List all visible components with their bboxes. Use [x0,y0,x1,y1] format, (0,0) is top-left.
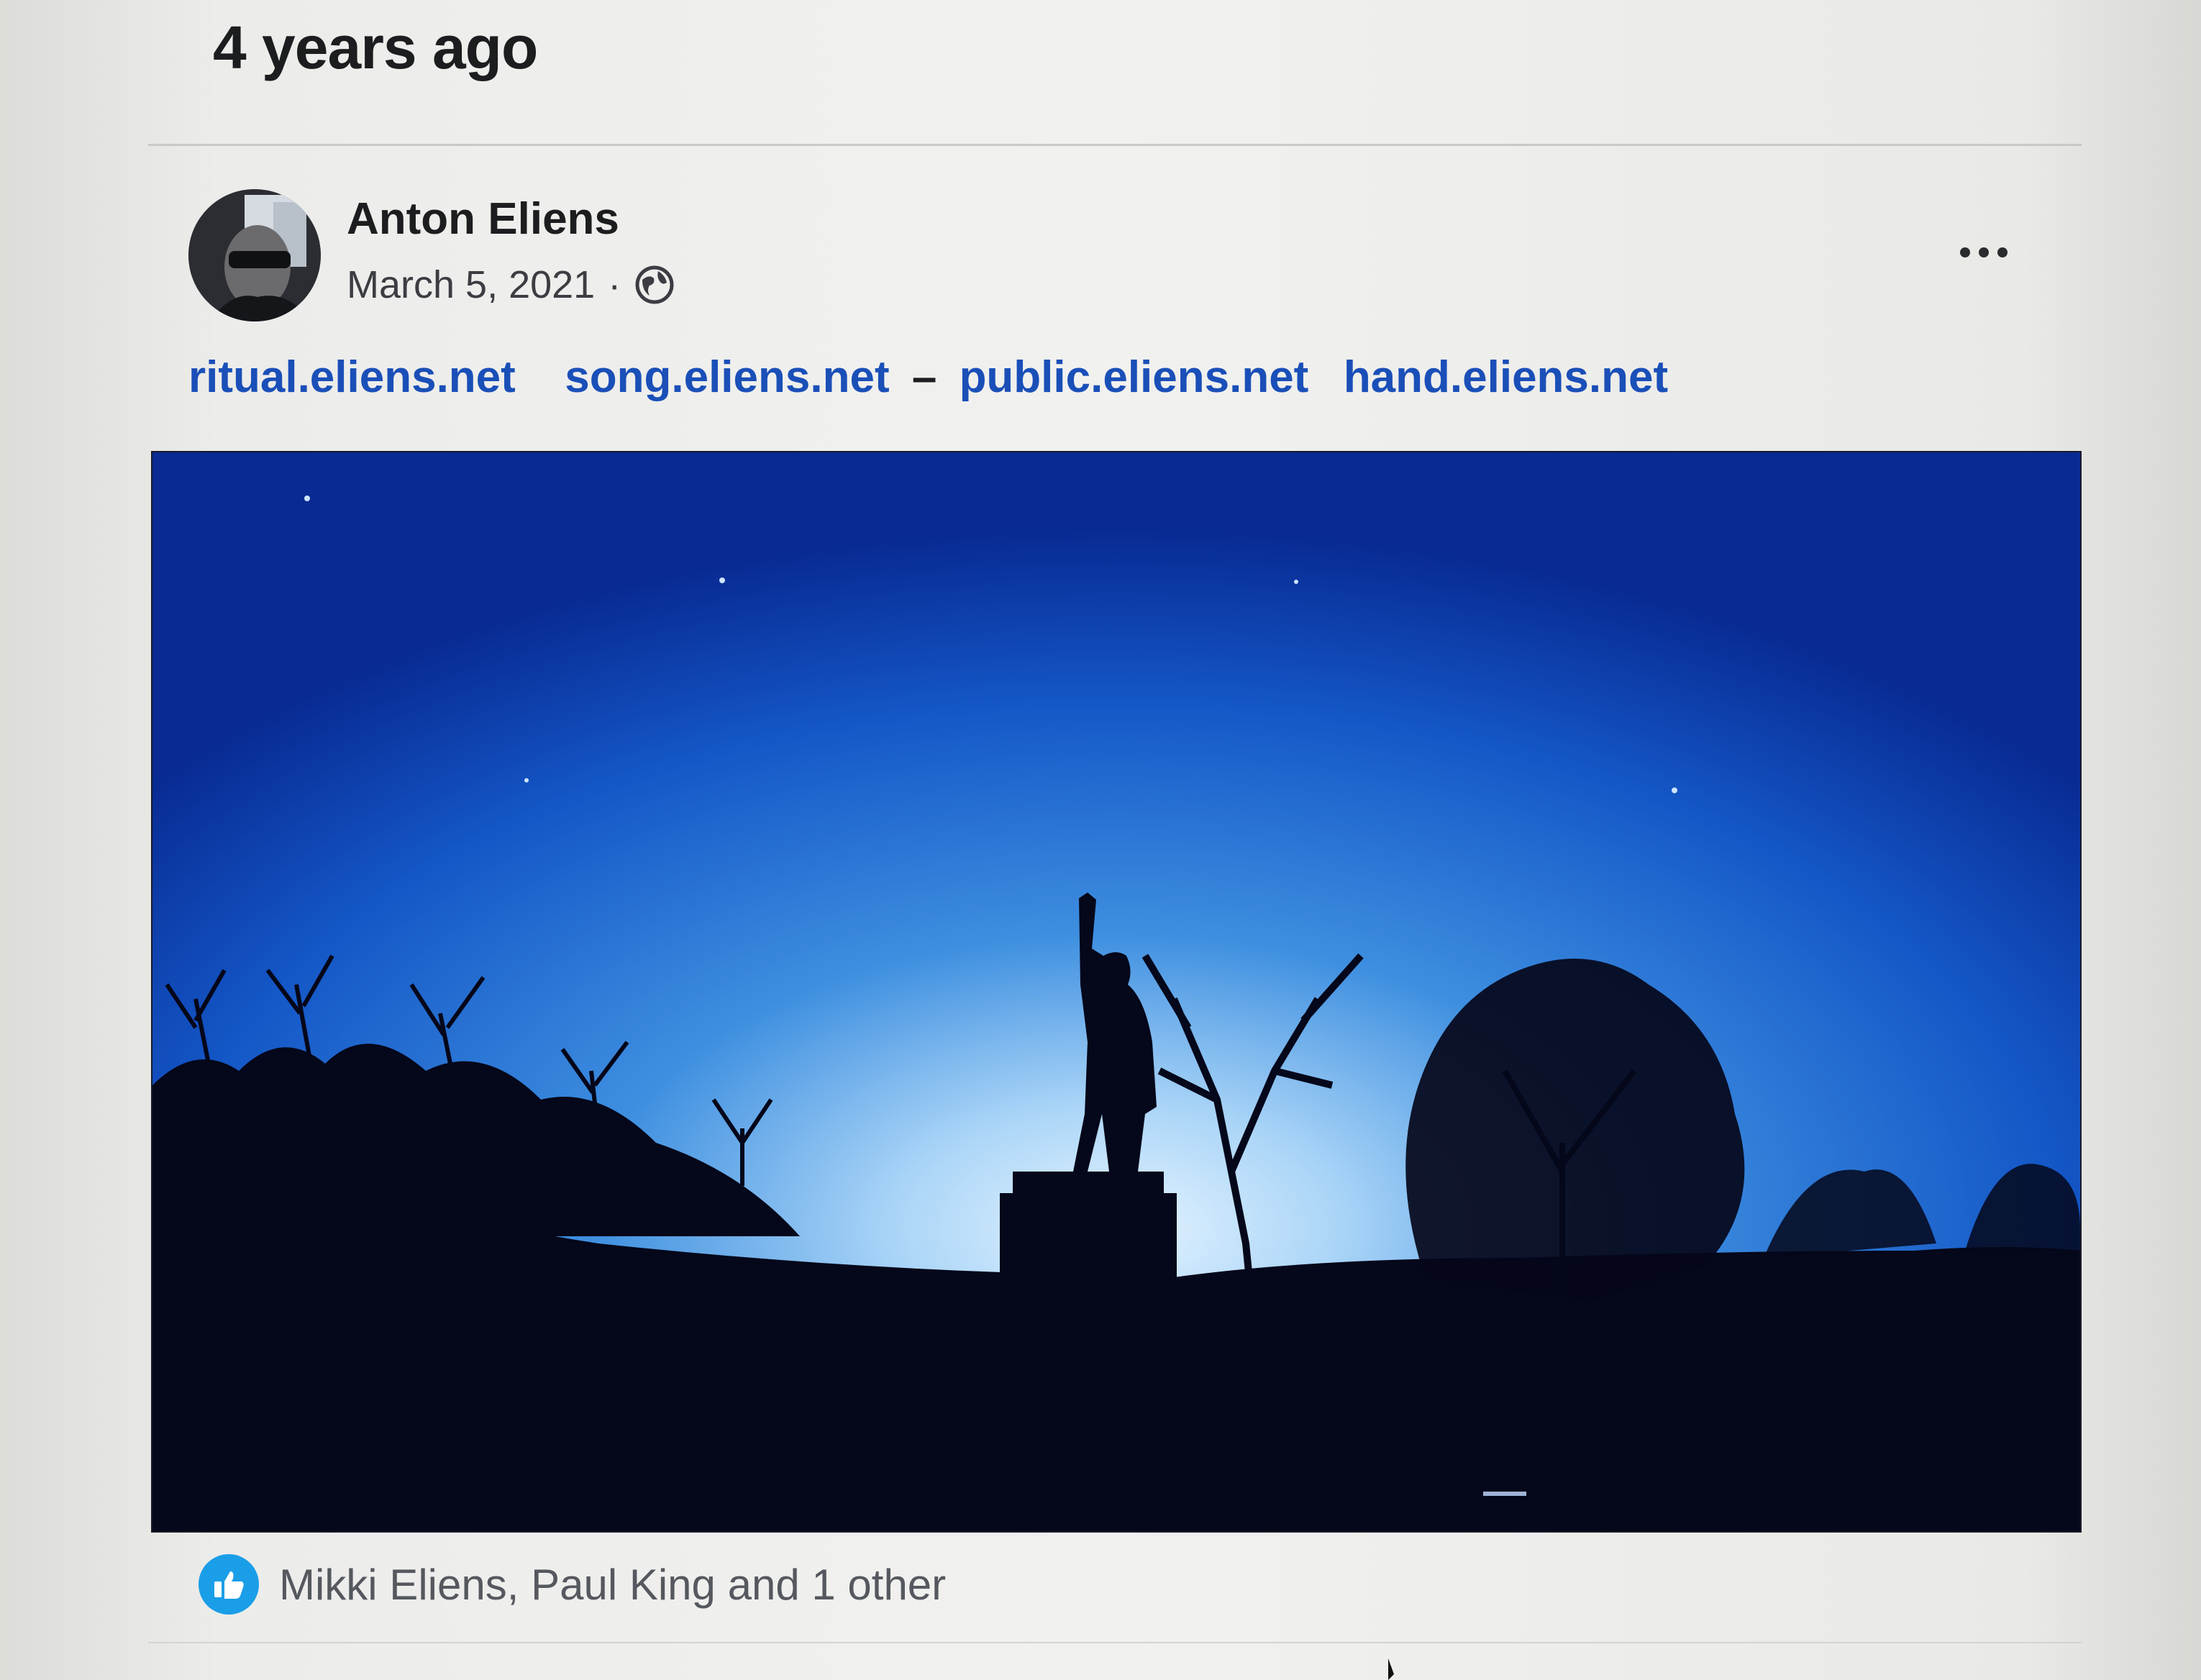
post-card: Anton Eliens March 5, 2021 · ritual.elie… [148,146,2082,1680]
link-hand[interactable]: hand.eliens.net [1344,352,1668,402]
link-dash: – [911,352,937,402]
post-text: ritual.eliens.net song.eliens.net – publ… [188,352,1668,403]
post-meta: March 5, 2021 · [347,262,675,307]
avatar-image [188,189,321,321]
reaction-names: Mikki Eliens, Paul King and 1 other [279,1560,947,1609]
link-public[interactable]: public.eliens.net [960,352,1309,402]
globe-icon[interactable] [634,264,675,306]
post-footer-divider [148,1642,2082,1643]
link-song[interactable]: song.eliens.net [565,352,889,402]
post-date[interactable]: March 5, 2021 [347,262,595,307]
avatar[interactable] [188,189,321,321]
thumbs-up-icon [199,1554,259,1615]
more-options-icon[interactable] [1951,231,2020,274]
memories-page: 4 years ago Anton Eliens March 5, 2021 · [0,0,2201,1680]
link-ritual[interactable]: ritual.eliens.net [188,352,516,402]
post-photo[interactable] [151,451,2082,1533]
meta-separator: · [608,263,621,306]
photo-statue-silhouette [152,452,2080,1531]
memory-header: 4 years ago [213,14,538,81]
mouse-cursor-icon [1387,1658,1416,1680]
reactions-summary[interactable]: Mikki Eliens, Paul King and 1 other [199,1554,946,1615]
author-name[interactable]: Anton Eliens [347,193,619,245]
